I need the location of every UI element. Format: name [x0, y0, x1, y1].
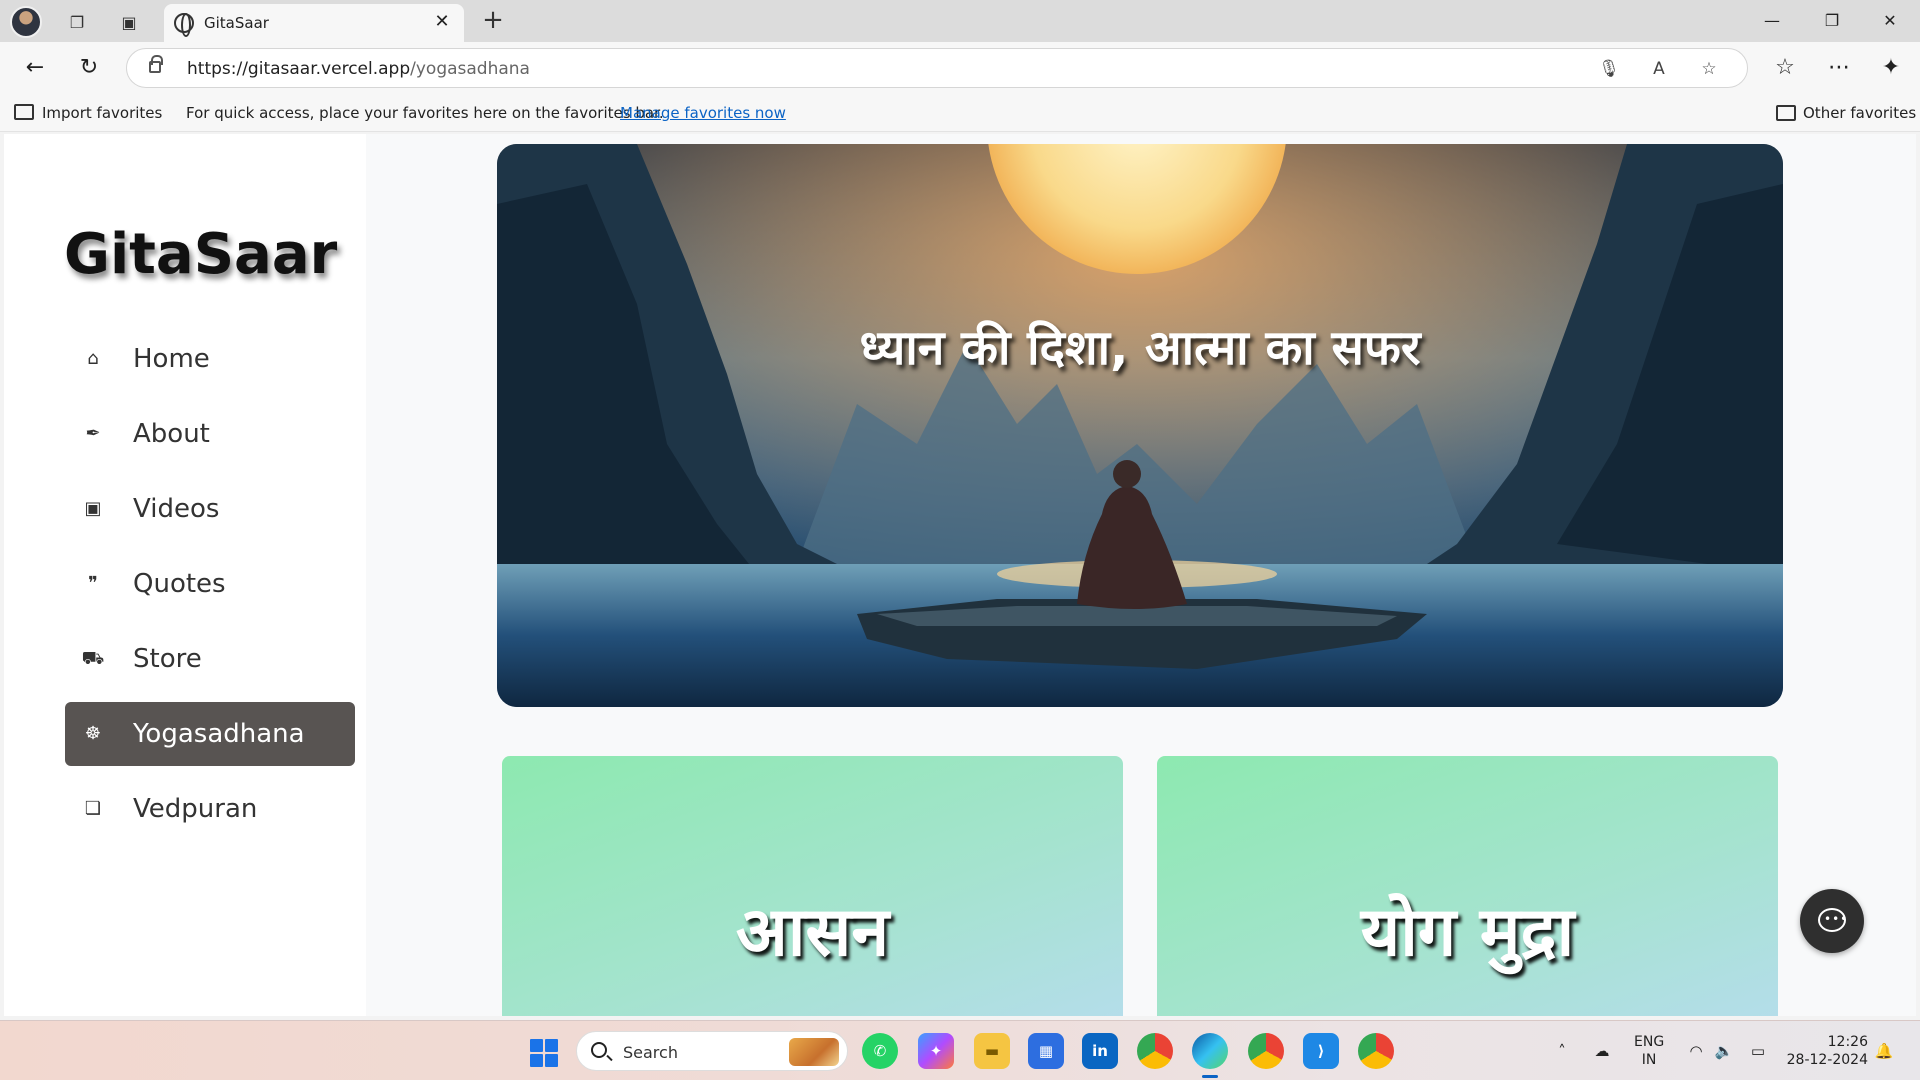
volume-icon[interactable]: 🔈: [1714, 1041, 1734, 1061]
copilot-app-icon[interactable]: ✦: [918, 1033, 954, 1069]
browser-tab-strip: ❐ ▣ GitaSaar ✕ + — ❐ ✕: [0, 0, 1920, 42]
browser-toolbar: ← ↻ https://gitasaar.vercel.app/yogasadh…: [0, 42, 1920, 94]
minimize-button[interactable]: —: [1742, 0, 1802, 42]
tab-title: GitaSaar: [204, 14, 269, 32]
import-favorites-button[interactable]: Import favorites: [42, 104, 162, 122]
nav-label: Quotes: [133, 569, 226, 599]
chrome-icon[interactable]: [1137, 1033, 1173, 1069]
nav-label: Yogasadhana: [133, 719, 305, 749]
nav-label: Store: [133, 644, 202, 674]
favorite-star-icon[interactable]: ☆: [1697, 57, 1721, 81]
manage-favorites-link[interactable]: Manage favorites now: [620, 104, 786, 122]
card-asana[interactable]: आसन: [502, 756, 1123, 1016]
card-yoga-mudra[interactable]: योग मुद्रा: [1157, 756, 1778, 1016]
nav-item-videos[interactable]: ▣ Videos: [65, 477, 355, 541]
import-icon[interactable]: [14, 104, 34, 120]
language-indicator[interactable]: ENG IN: [1634, 1033, 1664, 1069]
edge-icon[interactable]: [1192, 1033, 1228, 1078]
favorites-message: For quick access, place your favorites h…: [186, 104, 664, 122]
search-icon: [591, 1042, 607, 1058]
battery-icon[interactable]: ▭: [1748, 1041, 1768, 1061]
address-bar[interactable]: https://gitasaar.vercel.app/yogasadhana …: [126, 48, 1748, 88]
mic-off-icon[interactable]: 🎙: [1597, 57, 1621, 81]
workspaces-icon[interactable]: ❐: [64, 9, 90, 35]
home-icon: ⌂: [87, 348, 99, 369]
language-code: ENG: [1634, 1034, 1665, 1050]
nav-item-about[interactable]: ✒ About: [65, 402, 355, 466]
read-aloud-icon[interactable]: A: [1647, 57, 1671, 81]
linkedin-icon[interactable]: in: [1082, 1033, 1118, 1069]
more-menu-icon[interactable]: ⋯: [1824, 53, 1854, 83]
clock-time: 12:26: [1827, 1034, 1868, 1050]
nav-label: Vedpuran: [133, 794, 258, 824]
sidebar: GitaSaar ⌂ Home ✒ About ▣ Videos ❞ Quote…: [4, 134, 366, 1016]
nav-item-yogasadhana[interactable]: ☸ Yogasadhana: [65, 702, 355, 766]
search-label: Search: [623, 1043, 678, 1062]
chat-dots: •••: [1824, 912, 1849, 926]
nav-item-store[interactable]: ⛟ Store: [65, 627, 355, 691]
close-tab-icon[interactable]: ✕: [430, 10, 454, 34]
favorites-icon[interactable]: ☆: [1770, 53, 1800, 83]
hero-banner: ध्यान की दिशा, आत्मा का सफर: [497, 144, 1783, 707]
close-window-button[interactable]: ✕: [1860, 0, 1920, 42]
hero-title: ध्यान की दिशा, आत्मा का सफर: [859, 320, 1421, 376]
chat-button[interactable]: •••: [1800, 889, 1864, 953]
tab-actions-icon[interactable]: ▣: [116, 9, 142, 35]
back-button[interactable]: ←: [20, 53, 50, 83]
taskbar-search[interactable]: Search: [576, 1031, 848, 1071]
wifi-icon[interactable]: ◠: [1686, 1041, 1706, 1061]
nav-item-home[interactable]: ⌂ Home: [65, 327, 355, 391]
book-icon: ❏: [84, 798, 102, 819]
windows-start-icon[interactable]: [530, 1039, 558, 1067]
folder-icon[interactable]: [1776, 105, 1796, 121]
nav-label: Home: [133, 344, 210, 374]
region-code: IN: [1641, 1052, 1657, 1068]
nav-label: About: [133, 419, 210, 449]
cart-icon: ⛟: [81, 648, 105, 669]
restore-button[interactable]: ❐: [1802, 0, 1862, 42]
url-text[interactable]: https://gitasaar.vercel.app/yogasadhana: [187, 59, 530, 79]
search-highlight-image: [789, 1038, 839, 1066]
quote-icon: ❞: [88, 573, 98, 594]
onedrive-icon[interactable]: ☁: [1592, 1041, 1612, 1061]
refresh-button[interactable]: ↻: [74, 53, 104, 83]
nav-item-vedpuran[interactable]: ❏ Vedpuran: [65, 777, 355, 841]
other-favorites-button[interactable]: Other favorites: [1803, 104, 1916, 122]
globe-icon: [174, 13, 194, 37]
nav-label: Videos: [133, 494, 220, 524]
web-page: GitaSaar ⌂ Home ✒ About ▣ Videos ❞ Quote…: [4, 134, 1916, 1016]
favorites-bar: Import favorites For quick access, place…: [0, 94, 1920, 132]
profile-avatar[interactable]: [10, 6, 42, 38]
notifications-icon[interactable]: 🔔: [1874, 1041, 1894, 1061]
microsoft-store-icon[interactable]: ▦: [1028, 1033, 1064, 1069]
vscode-icon[interactable]: ⟩: [1303, 1033, 1339, 1069]
video-icon: ▣: [84, 498, 102, 519]
file-explorer-icon[interactable]: ▬: [974, 1033, 1010, 1069]
browser-tab[interactable]: GitaSaar ✕: [164, 4, 464, 42]
site-logo[interactable]: GitaSaar: [64, 222, 337, 287]
clock[interactable]: 12:26 28-12-2024: [1780, 1033, 1868, 1069]
clock-date: 28-12-2024: [1786, 1052, 1868, 1068]
card-title: आसन: [735, 893, 890, 972]
nav-item-quotes[interactable]: ❞ Quotes: [65, 552, 355, 616]
card-title: योग मुद्रा: [1360, 893, 1575, 972]
meditation-icon: ☸: [84, 723, 102, 744]
feather-icon: ✒: [85, 423, 101, 444]
show-hidden-icons-chevron[interactable]: ˄: [1552, 1041, 1572, 1061]
meditation-scene-image: [497, 144, 1783, 707]
copilot-icon[interactable]: ✦: [1876, 53, 1906, 83]
taskbar: Search ✆ ✦ ▬ ▦ in ⟩ ˄ ☁ ENG IN ◠ 🔈 ▭ 12:…: [0, 1020, 1920, 1080]
chrome-profile-icon[interactable]: [1248, 1033, 1284, 1069]
new-tab-button[interactable]: +: [478, 6, 508, 36]
chrome-profile-2-icon[interactable]: [1358, 1033, 1394, 1069]
whatsapp-icon[interactable]: ✆: [862, 1033, 898, 1069]
lock-icon[interactable]: [149, 55, 163, 73]
